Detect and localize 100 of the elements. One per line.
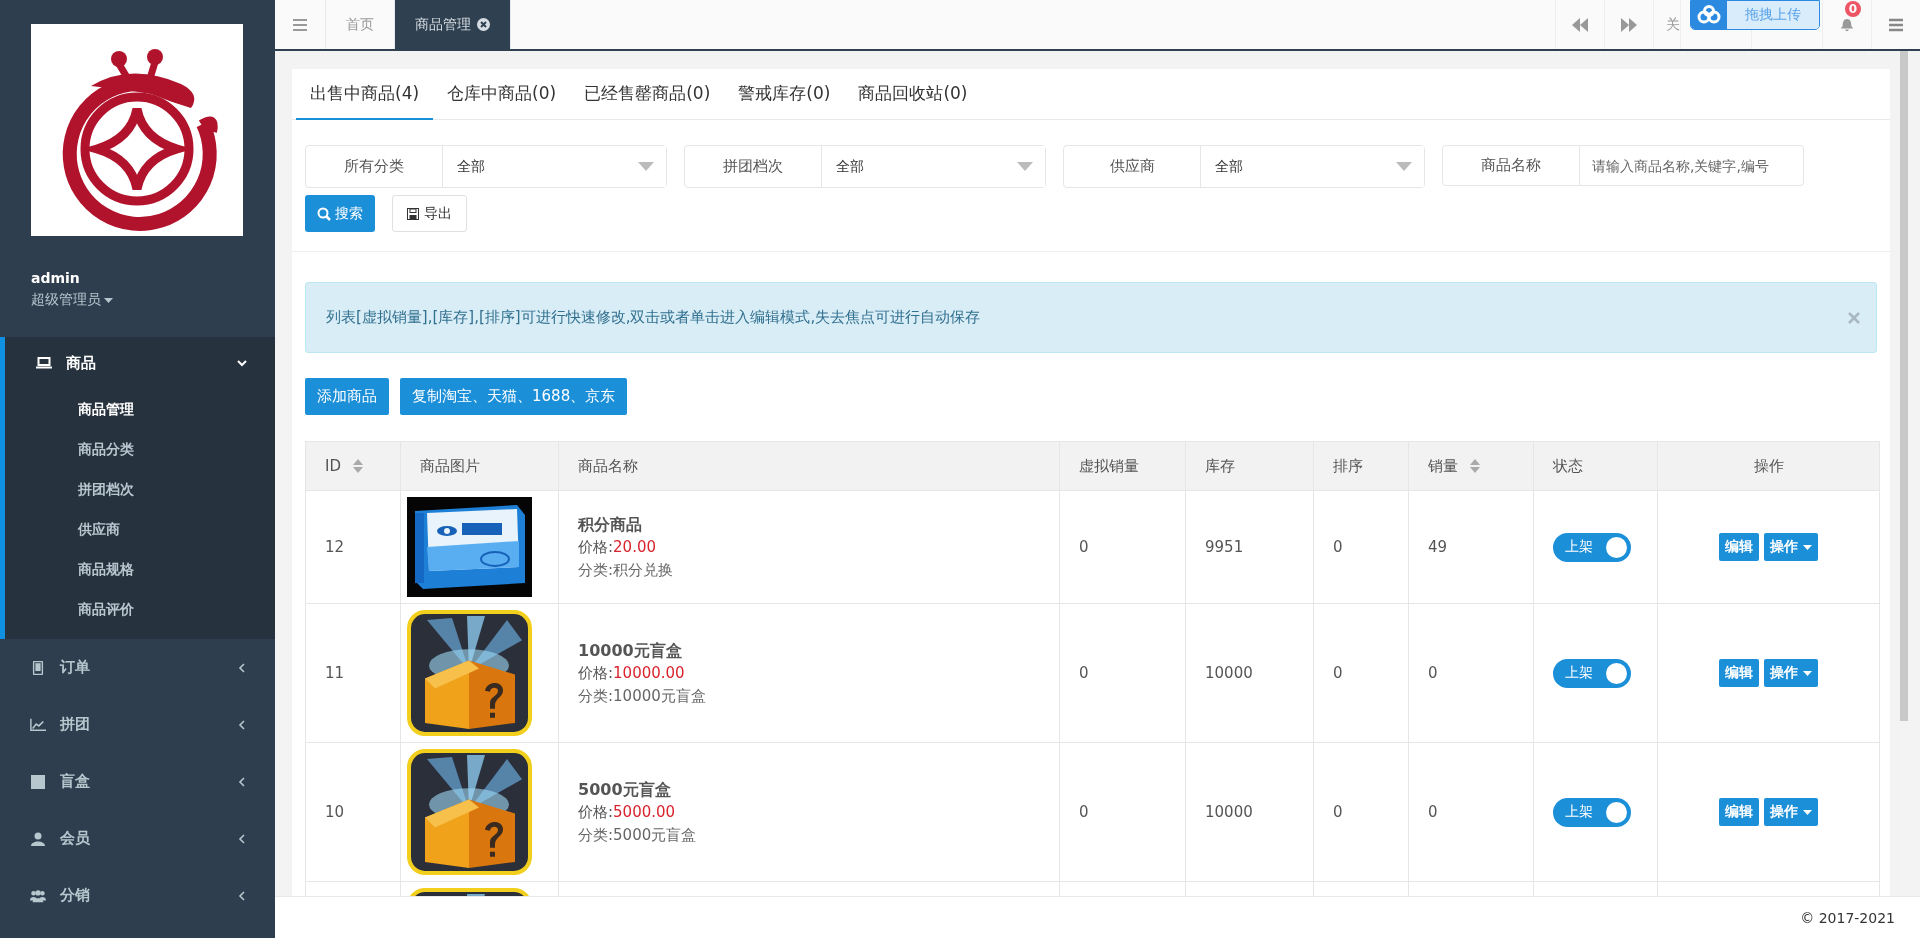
list-icon[interactable] <box>1888 17 1904 32</box>
submenu-item[interactable]: 拼团档次 <box>78 469 134 509</box>
price-label: 价格: <box>578 537 614 557</box>
price-label: 价格: <box>578 802 614 822</box>
virtual-sales-cell[interactable]: 0 <box>1079 803 1089 821</box>
sales-cell: 49 <box>1428 538 1448 556</box>
user-name: admin <box>31 270 81 286</box>
submenu-item[interactable]: 商品评价 <box>78 589 134 629</box>
save-icon <box>407 207 419 220</box>
line-chart-icon <box>30 717 46 732</box>
column-header: 虚拟销量 <box>1079 456 1139 476</box>
submenu-item[interactable]: 供应商 <box>78 509 120 549</box>
backward-icon[interactable] <box>1572 17 1588 32</box>
product-name: 5000元盲盒 <box>578 779 671 801</box>
sidebar-item[interactable]: 盲盒 <box>0 753 275 810</box>
action-button[interactable]: 添加商品 <box>305 378 389 415</box>
page-tab[interactable]: 商品管理 <box>395 0 511 49</box>
forward-icon[interactable] <box>1621 17 1637 32</box>
category-text: 分类:10000元盲盒 <box>578 686 706 706</box>
content-tab[interactable]: 警戒库存(0) <box>724 69 845 120</box>
category-text: 分类:5000元盲盒 <box>578 825 697 845</box>
column-header: ID <box>325 457 341 475</box>
content-tab[interactable]: 出售中商品(4) <box>296 69 434 120</box>
notification-badge: 0 <box>1844 1 1861 17</box>
status-toggle[interactable]: 上架 <box>1553 658 1631 688</box>
user-icon <box>30 831 46 846</box>
actions-dropdown-button[interactable]: 操作 <box>1764 798 1818 826</box>
submenu-item[interactable]: 商品管理 <box>78 389 134 429</box>
column-header: 状态 <box>1553 456 1583 476</box>
id-cell: 10 <box>325 803 345 821</box>
column-header: 库存 <box>1205 456 1235 476</box>
sort-cell[interactable]: 0 <box>1333 803 1343 821</box>
chevron-left-icon <box>237 890 247 901</box>
chevron-down-icon <box>237 358 247 368</box>
price-value: 20.00 <box>613 537 656 557</box>
stock-cell[interactable]: 10000 <box>1205 664 1253 682</box>
user-role[interactable]: 超级管理员 <box>31 291 101 309</box>
virtual-sales-cell[interactable]: 0 <box>1079 664 1089 682</box>
product-name: 积分商品 <box>578 514 642 536</box>
edit-button[interactable]: 编辑 <box>1719 533 1759 561</box>
sort-cell[interactable]: 0 <box>1333 664 1343 682</box>
caret-icon <box>1803 809 1812 815</box>
sidebar-item[interactable]: 商品 <box>5 337 275 389</box>
stock-cell[interactable]: 10000 <box>1205 803 1253 821</box>
search-field[interactable]: 请输入商品名称,关键字,编号 <box>1580 145 1804 186</box>
caret-icon <box>1803 670 1812 676</box>
actions-dropdown-button[interactable]: 操作 <box>1764 659 1818 687</box>
chevron-left-icon <box>237 776 247 787</box>
actions-dropdown-button[interactable]: 操作 <box>1764 533 1818 561</box>
sidebar-item[interactable]: 分销 <box>0 867 275 924</box>
sort-icon[interactable] <box>1470 459 1480 473</box>
column-header: 排序 <box>1333 456 1363 476</box>
sort-icon[interactable] <box>353 459 363 473</box>
menu-icon[interactable] <box>293 18 307 31</box>
square-icon <box>30 774 46 789</box>
submenu-item[interactable]: 商品分类 <box>78 429 134 469</box>
stock-cell[interactable]: 9951 <box>1205 538 1244 556</box>
id-cell: 11 <box>325 664 345 682</box>
sidebar-item[interactable]: 会员 <box>0 810 275 867</box>
close-icon[interactable] <box>477 18 490 31</box>
search-icon <box>317 206 331 221</box>
chevron-left-icon <box>237 662 247 673</box>
scrollbar[interactable] <box>1900 51 1908 721</box>
export-button[interactable]: 导出 <box>392 195 467 232</box>
price-value: 5000.00 <box>613 802 676 822</box>
tablet-icon <box>30 660 46 675</box>
content-tab[interactable]: 已经售罄商品(0) <box>570 69 725 120</box>
cloud-icon <box>1696 5 1722 25</box>
edit-button[interactable]: 编辑 <box>1719 659 1759 687</box>
sales-cell: 0 <box>1428 803 1438 821</box>
caret-icon[interactable] <box>104 297 113 303</box>
sales-cell: 0 <box>1428 664 1438 682</box>
chevron-left-icon <box>237 719 247 730</box>
id-cell: 12 <box>325 538 345 556</box>
edit-button[interactable]: 编辑 <box>1719 798 1759 826</box>
content-tab[interactable]: 仓库中商品(0) <box>433 69 571 120</box>
laptop-icon <box>36 356 52 370</box>
column-header: 操作 <box>1753 456 1784 476</box>
alert-text: 列表[虚拟销量],[库存],[排序]可进行快速修改,双击或者单击进入编辑模式,失去焦点可进行自动保存 <box>326 308 982 327</box>
bell-icon[interactable] <box>1839 17 1855 32</box>
price-label: 价格: <box>578 663 614 683</box>
virtual-sales-cell[interactable]: 0 <box>1079 538 1089 556</box>
users-icon <box>30 888 46 903</box>
copyright-text: © 2017-2021 <box>1800 909 1895 926</box>
column-header: 商品图片 <box>420 456 480 476</box>
content-tab[interactable]: 商品回收站(0) <box>844 69 982 120</box>
sidebar-item[interactable]: 拼团 <box>0 696 275 753</box>
search-button[interactable]: 搜索 <box>305 195 375 232</box>
price-value: 10000.00 <box>613 663 685 683</box>
chevron-left-icon <box>237 833 247 844</box>
column-header: 商品名称 <box>578 456 638 476</box>
product-name: 10000元盲盒 <box>578 640 682 662</box>
filter-label: 商品名称 <box>1442 145 1580 186</box>
column-header: 销量 <box>1428 456 1458 476</box>
submenu-item[interactable]: 商品规格 <box>78 549 134 589</box>
status-toggle[interactable]: 上架 <box>1553 797 1631 827</box>
status-toggle[interactable]: 上架 <box>1553 532 1631 562</box>
action-button[interactable]: 复制淘宝、天猫、1688、京东 <box>400 378 628 415</box>
sidebar-item[interactable]: 订单 <box>0 639 275 696</box>
sort-cell[interactable]: 0 <box>1333 538 1343 556</box>
